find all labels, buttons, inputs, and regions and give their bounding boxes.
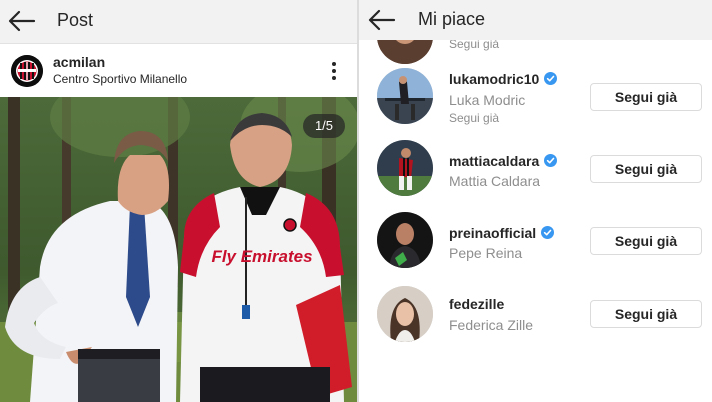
full-name: Federica Zille [449,317,534,333]
back-arrow-icon[interactable] [8,10,36,32]
back-arrow-icon[interactable] [368,9,396,31]
full-name: Luka Modric [449,92,526,108]
username[interactable]: lukamodric10 [449,71,558,87]
image-counter: 1/5 [303,114,345,138]
username[interactable]: fedezille [449,296,504,312]
list-item[interactable]: lukamodric10 Luka Modric Segui già Segui… [359,68,712,140]
likes-top-bar: Mi piace [359,0,712,40]
avatar[interactable] [377,140,433,196]
following-button[interactable]: Segui già [590,300,702,328]
follows-status: Segui già [449,111,500,125]
shirt-sponsor-text: Fly Emirates [211,247,312,266]
avatar[interactable] [377,212,433,268]
verified-badge-icon [544,154,558,167]
full-name: Mattia Caldara [449,173,541,189]
post-image[interactable]: Fly Emirates [0,97,357,402]
full-name: Pepe Reina [449,245,523,261]
following-button[interactable]: Segui già [590,155,702,183]
verified-badge-icon [541,226,555,239]
avatar[interactable] [377,68,433,124]
list-item[interactable]: preinaofficial Pepe Reina Segui già [359,212,712,284]
post-top-bar: Post [0,0,357,44]
username[interactable]: preinaofficial [449,225,555,241]
page-title: Mi piace [418,9,486,29]
post-location[interactable]: Centro Sportivo Milanello [53,72,187,86]
post-screen: Post acmilan Centro Sportivo Milanello F… [0,0,357,402]
likes-screen: Mi piace Segui già lukamodric10 Luka Mod… [359,0,712,402]
avatar[interactable] [377,286,433,342]
list-item[interactable]: fedezille Federica Zille Segui già [359,284,712,356]
following-button[interactable]: Segui già [590,227,702,255]
verified-badge-icon [544,72,558,85]
username[interactable]: mattiacaldara [449,153,558,169]
more-options-icon[interactable] [326,59,342,83]
post-username[interactable]: acmilan [53,54,105,70]
page-title: Post [57,10,94,30]
acmilan-logo-icon[interactable] [11,55,43,87]
post-header: acmilan Centro Sportivo Milanello [0,45,357,97]
list-item[interactable]: mattiacaldara Mattia Caldara Segui già [359,140,712,212]
following-button[interactable]: Segui già [590,83,702,111]
